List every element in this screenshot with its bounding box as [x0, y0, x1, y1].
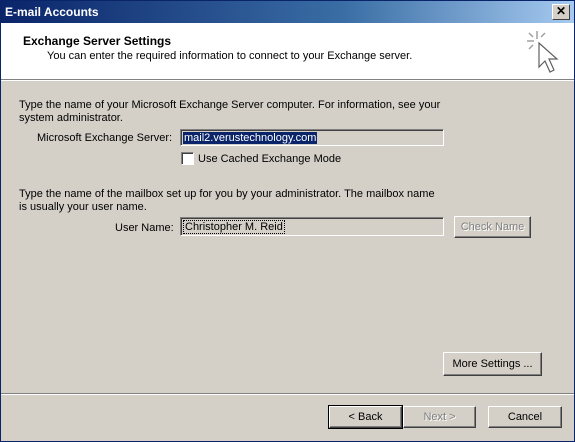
- wizard-header: Exchange Server Settings You can enter t…: [1, 23, 574, 79]
- page-title: Exchange Server Settings: [23, 34, 172, 48]
- cancel-button[interactable]: Cancel: [488, 406, 562, 428]
- next-button[interactable]: Next >: [403, 406, 476, 428]
- window-title: E-mail Accounts: [5, 5, 99, 19]
- email-accounts-window: E-mail Accounts ✕ Exchange Server Settin…: [0, 0, 575, 442]
- footer-divider: [1, 393, 574, 395]
- server-instruction-line1: Type the name of your Microsoft Exchange…: [19, 99, 441, 111]
- user-name-field[interactable]: Christopher M. Reid: [180, 217, 444, 236]
- close-button[interactable]: ✕: [552, 4, 570, 20]
- user-name-value: Christopher M. Reid: [183, 220, 285, 234]
- user-name-label: User Name:: [115, 222, 174, 234]
- check-name-button[interactable]: Check Name: [454, 216, 531, 238]
- more-settings-button[interactable]: More Settings ...: [443, 352, 542, 376]
- exchange-server-field[interactable]: mail2.verustechnology.com: [180, 129, 444, 146]
- mailbox-instruction-line1: Type the name of the mailbox set up for …: [19, 188, 435, 200]
- title-bar[interactable]: E-mail Accounts ✕: [1, 1, 574, 23]
- cached-mode-checkbox[interactable]: [181, 152, 194, 165]
- exchange-server-value: mail2.verustechnology.com: [183, 132, 318, 144]
- back-button[interactable]: < Back: [328, 405, 403, 429]
- header-divider: [1, 79, 574, 81]
- mailbox-instruction-line2: is usually your user name.: [19, 201, 147, 213]
- server-instruction-line2: system administrator.: [19, 112, 123, 124]
- cached-mode-label[interactable]: Use Cached Exchange Mode: [198, 153, 341, 166]
- page-subtitle: You can enter the required information t…: [47, 50, 413, 62]
- wizard-cursor-icon: [527, 31, 559, 73]
- server-label: Microsoft Exchange Server:: [37, 132, 173, 144]
